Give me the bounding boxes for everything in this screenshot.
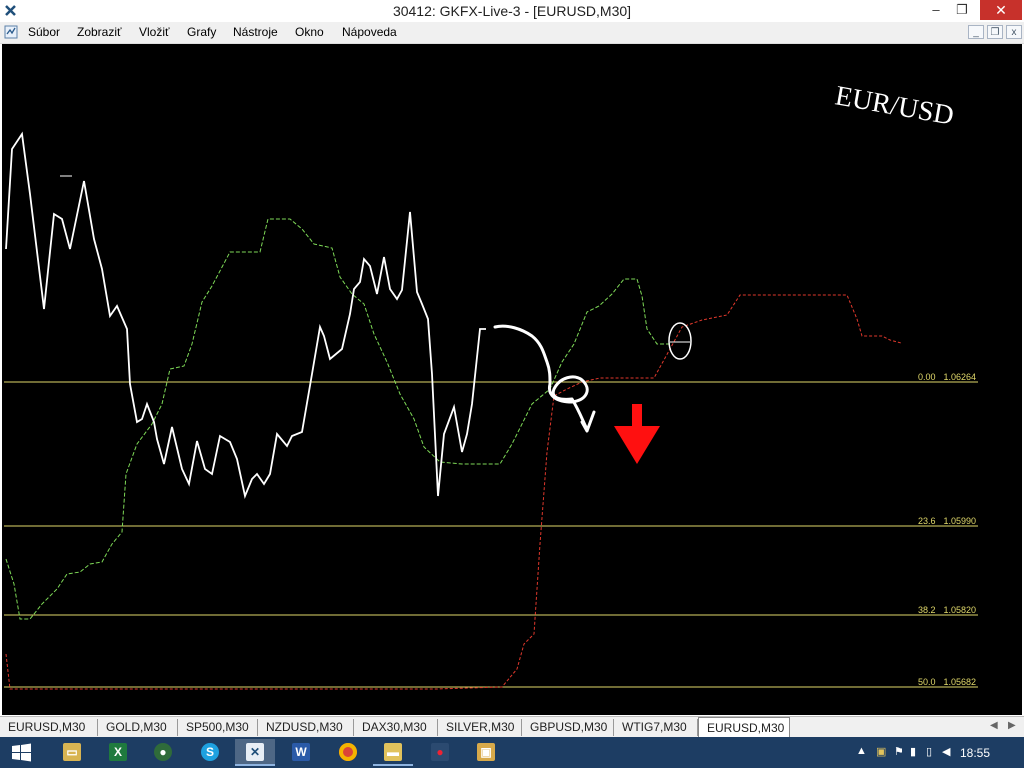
- file-explorer-icon: ▭: [63, 743, 81, 761]
- metatrader-2-icon: ▣: [477, 743, 495, 761]
- tab-gbpusd-m30[interactable]: GBPUSD,M30: [522, 719, 614, 736]
- green-indicator-line: [5, 218, 670, 620]
- fibo-label-38-2: 38.2 1.05820: [918, 605, 976, 615]
- price-line: [5, 131, 486, 500]
- tab-scroll-left-icon[interactable]: ◀: [990, 720, 998, 731]
- menu-help[interactable]: Nápoveda: [342, 25, 397, 39]
- chart-tabs-bar: EURUSD,M30 GOLD,M30 SP500,M30 NZDUSD,M30…: [0, 716, 1024, 737]
- menu-bar: Súbor Zobraziť Vložiť Grafy Nástroje Okn…: [0, 22, 1024, 44]
- taskbar-media[interactable]: ●: [143, 739, 183, 766]
- flag-icon[interactable]: ⚑: [894, 745, 904, 758]
- taskbar-metatrader[interactable]: ✕: [235, 739, 275, 766]
- taskbar-word[interactable]: W: [281, 739, 321, 766]
- mdi-restore-button[interactable]: ❐: [987, 25, 1003, 39]
- white-ellipse-annotation: [668, 322, 692, 360]
- tab-dax30-m30[interactable]: DAX30,M30: [354, 719, 438, 736]
- metatrader-icon: ✕: [246, 743, 264, 761]
- menu-file[interactable]: Súbor: [28, 25, 60, 39]
- menu-charts[interactable]: Grafy: [187, 25, 216, 39]
- fibo-label-23-6: 23.6 1.05990: [918, 516, 976, 526]
- media-icon: ●: [154, 743, 172, 761]
- maximize-button[interactable]: ❐: [950, 0, 974, 20]
- folder-icon: ▬: [384, 743, 402, 761]
- tab-eurusd-m30[interactable]: EURUSD,M30: [0, 719, 98, 736]
- tab-gold-m30[interactable]: GOLD,M30: [98, 719, 178, 736]
- taskbar-clock[interactable]: 18:55: [960, 746, 990, 760]
- window-title: 30412: GKFX-Live-3 - [EURUSD,M30]: [392, 3, 632, 19]
- price-chart[interactable]: 0.00 1.06264 23.6 1.05990 38.2 1.05820 50.0…: [2, 44, 1022, 715]
- mdi-minimize-button[interactable]: _: [968, 25, 984, 39]
- app-icon: ●: [431, 743, 449, 761]
- power-icon[interactable]: ▯: [926, 745, 932, 758]
- chrome-icon: [339, 743, 357, 761]
- taskbar-metatrader-2[interactable]: ▣: [466, 739, 506, 766]
- taskbar-chrome[interactable]: [328, 739, 368, 766]
- windows-start-button[interactable]: [0, 737, 42, 768]
- show-hidden-icons[interactable]: ▲: [856, 745, 867, 757]
- tab-eurusd-m30-active[interactable]: EURUSD,M30: [698, 717, 790, 737]
- taskbar-app[interactable]: ●: [420, 739, 460, 766]
- skype-icon: S: [201, 743, 219, 761]
- tab-scroll-right-icon[interactable]: ▶: [1008, 720, 1016, 731]
- menu-insert[interactable]: Vložiť: [139, 25, 170, 39]
- fibo-label-50: 50.0 1.05682: [918, 677, 976, 687]
- taskbar: ▭ X ● S ✕ W ▬ ● ▣ ▲ ▣ ⚑ ▮ ▯ ◀ 18:55: [0, 737, 1024, 768]
- menu-window[interactable]: Okno: [295, 25, 324, 39]
- chart-canvas[interactable]: 0.00 1.06264 23.6 1.05990 38.2 1.05820 50.0…: [2, 44, 1022, 715]
- taskbar-folder[interactable]: ▬: [373, 739, 413, 766]
- excel-icon: X: [109, 743, 127, 761]
- tab-silver-m30[interactable]: SILVER,M30: [438, 719, 522, 736]
- close-button[interactable]: ✕: [980, 0, 1022, 20]
- tab-wtig7-m30[interactable]: WTIG7,M30: [614, 719, 698, 736]
- mdi-close-button[interactable]: x: [1006, 25, 1022, 39]
- system-tray: ▲ ▣ ⚑ ▮ ▯ ◀: [852, 737, 1024, 768]
- red-down-arrow: [614, 404, 660, 464]
- volume-icon[interactable]: ◀: [942, 745, 950, 758]
- tab-sp500-m30[interactable]: SP500,M30: [178, 719, 258, 736]
- tray-app-icon[interactable]: ▣: [876, 745, 886, 758]
- taskbar-skype[interactable]: S: [190, 739, 230, 766]
- tab-nzdusd-m30[interactable]: NZDUSD,M30: [258, 719, 354, 736]
- minimize-button[interactable]: –: [924, 0, 948, 20]
- symbol-label: EUR/USD: [833, 80, 956, 131]
- chart-window-icon[interactable]: [4, 25, 18, 39]
- menu-view[interactable]: Zobraziť: [77, 25, 122, 39]
- taskbar-file-explorer[interactable]: ▭: [52, 739, 92, 766]
- fibo-label-0: 0.00 1.06264: [918, 372, 976, 382]
- title-bar: 30412: GKFX-Live-3 - [EURUSD,M30] – ❐ ✕: [0, 0, 1024, 22]
- red-indicator-line: [5, 294, 902, 690]
- taskbar-excel[interactable]: X: [98, 739, 138, 766]
- word-icon: W: [292, 743, 310, 761]
- white-scribble-annotation: [493, 324, 596, 433]
- menu-tools[interactable]: Nástroje: [233, 25, 278, 39]
- network-icon[interactable]: ▮: [910, 745, 916, 758]
